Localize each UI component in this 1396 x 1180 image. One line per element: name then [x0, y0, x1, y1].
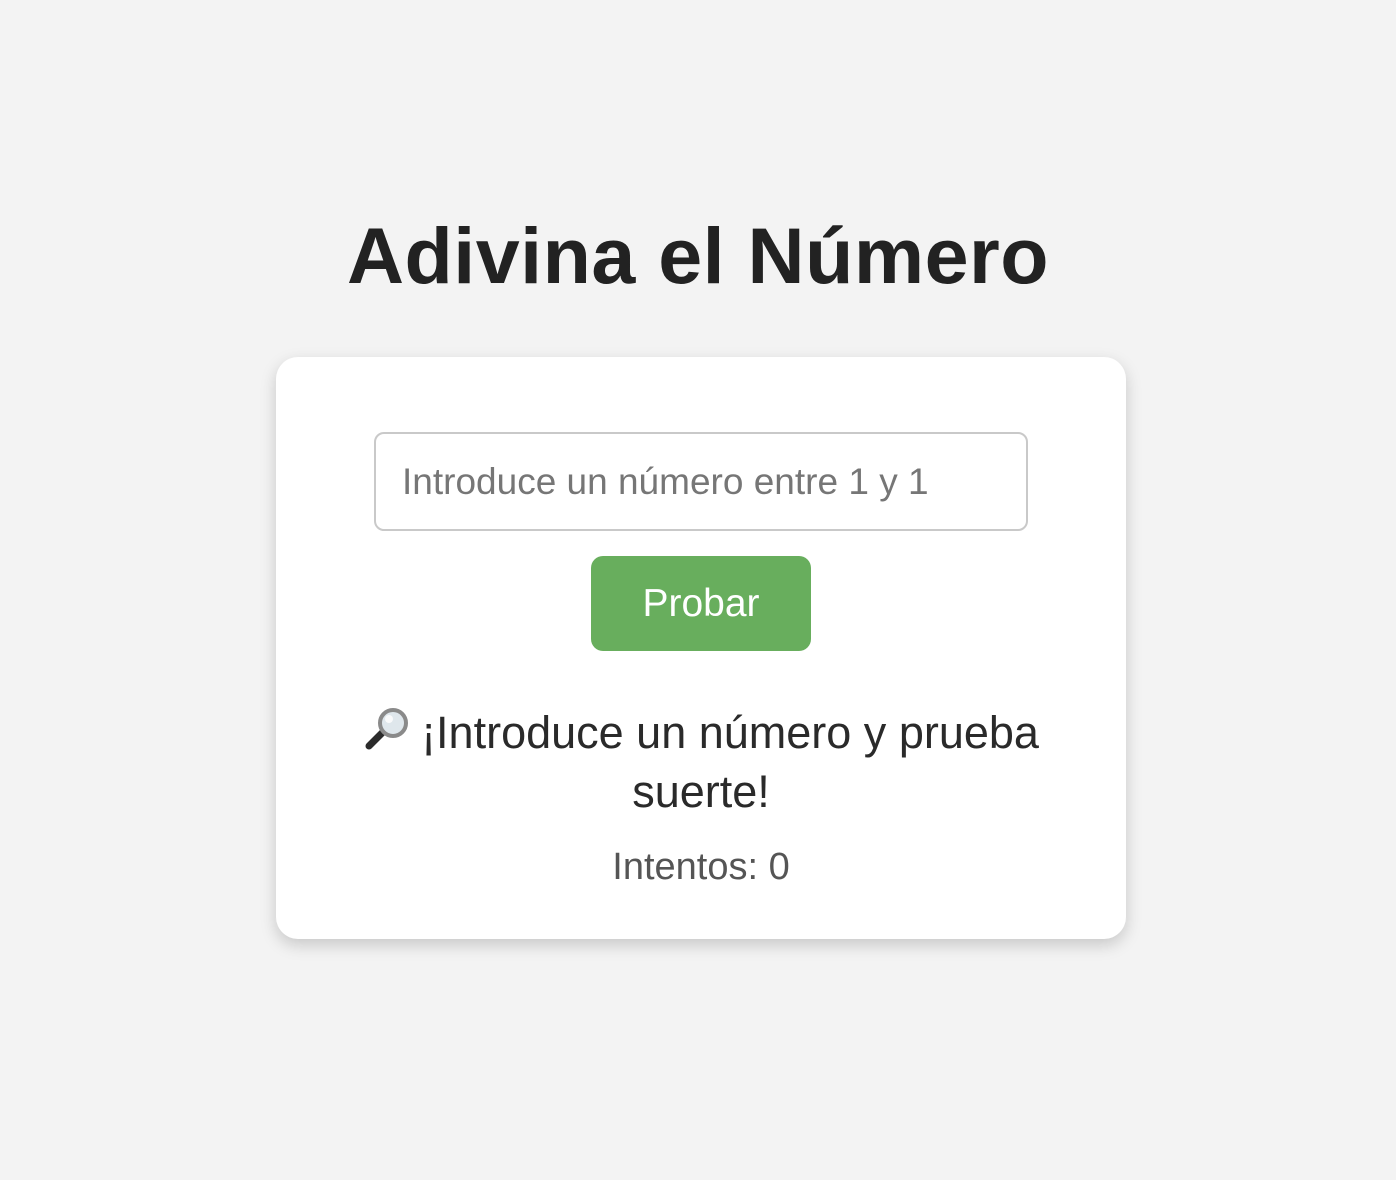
page: Adivina el Número Probar ¡Introduce un n… — [0, 0, 1396, 1180]
attempts-counter: Intentos: 0 — [612, 846, 790, 888]
feedback-message: ¡Introduce un número y prueba suerte! — [316, 703, 1086, 821]
game-card: Probar ¡Introduce un número y prueba sue… — [276, 357, 1126, 939]
try-button[interactable]: Probar — [591, 556, 811, 651]
feedback-text: ¡Introduce un número y prueba suerte! — [421, 707, 1039, 817]
page-title: Adivina el Número — [346, 211, 1050, 300]
magnifier-icon — [363, 706, 413, 752]
number-input[interactable] — [374, 432, 1028, 531]
